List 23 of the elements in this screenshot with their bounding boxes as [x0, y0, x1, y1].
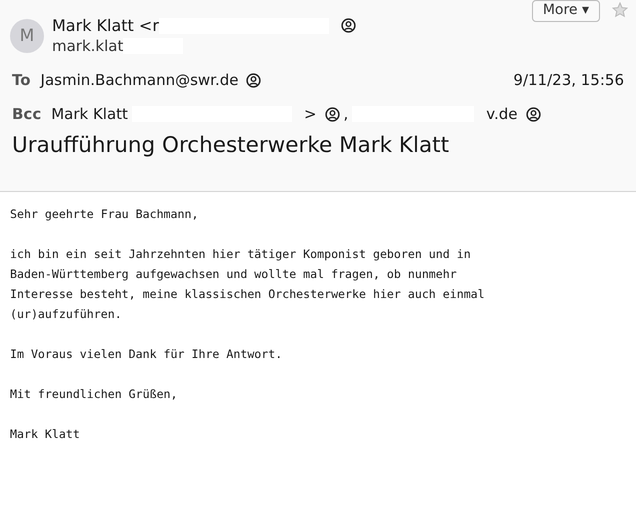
contact-icon[interactable]: [526, 106, 541, 122]
more-button[interactable]: More ▾: [532, 0, 600, 22]
recipient-text[interactable]: ,: [344, 105, 348, 123]
to-label: To: [12, 71, 31, 89]
avatar: M: [10, 18, 44, 52]
body-paragraph: Mit freundlichen Grüßen,: [10, 386, 179, 403]
recipient-text[interactable]: >: [304, 105, 317, 123]
body-paragraph: Im Voraus vielen Dank für Ihre Antwort.: [10, 346, 284, 363]
recipient-text[interactable]: Mark Klatt: [51, 105, 128, 123]
contact-icon[interactable]: [246, 72, 262, 88]
subject: Uraufführung Orchesterwerke Mark Klatt: [11, 132, 450, 158]
contact-icon[interactable]: [340, 18, 356, 33]
recipient[interactable]: Jasmin.Bachmann@swr.de: [40, 71, 238, 89]
sender-name: Mark Klatt <r: [52, 16, 159, 35]
contact-icon[interactable]: [324, 106, 340, 122]
bcc-label: Bcc: [12, 105, 42, 123]
body-paragraph: ich bin ein seit Jahrzehnten hier tätiger Komponist geboren und in Baden-Württemberg aufgewachsen und wollte mal fragen, ob nunmehr Interesse besteht, meine klassischen Orchesterwerke hier auch einmal (ur)aufzuführen.: [10, 246, 486, 323]
sender-address: mark.klat: [52, 37, 124, 55]
star-icon[interactable]: [612, 2, 628, 18]
recipient-text[interactable]: v.de: [486, 105, 518, 123]
date: 9/11/23, 15:56: [513, 71, 624, 89]
body-paragraph: Sehr geehrte Frau Bachmann,: [10, 206, 200, 223]
body-paragraph: Mark Klatt: [10, 426, 81, 443]
